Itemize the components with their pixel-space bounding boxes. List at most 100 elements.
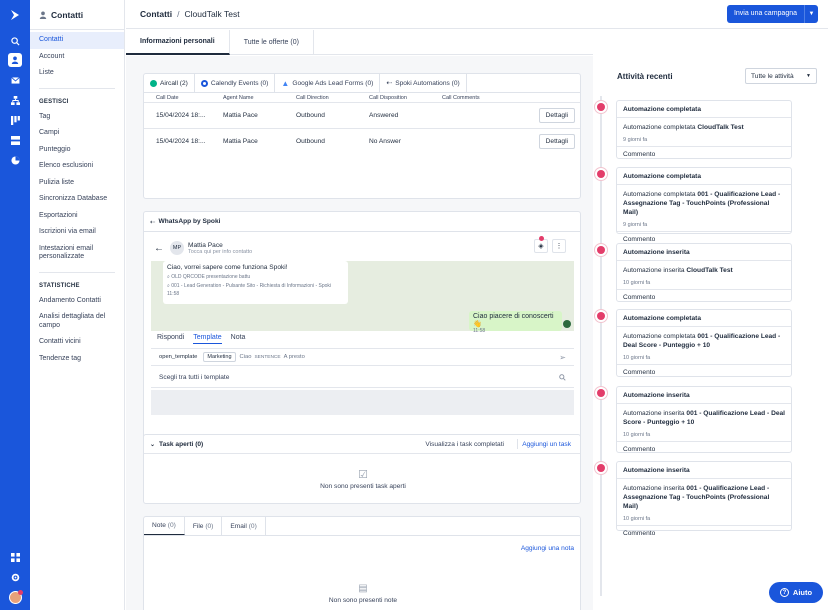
- add-task-link[interactable]: Aggiungi un task: [522, 441, 571, 448]
- activity-card-text: Automazione completata: [623, 333, 696, 340]
- activity-card-target[interactable]: CloudTalk Test: [697, 124, 743, 131]
- tab-informazioni-personali[interactable]: Informazioni personali: [126, 30, 230, 55]
- avatar: MP: [170, 241, 184, 255]
- sidebar-item-iscrizioni-email[interactable]: Iscrizioni via email: [30, 224, 124, 241]
- notes-empty-state: ▤ Non sono presenti note: [144, 583, 582, 604]
- contact-subtitle[interactable]: Tocca qui per info contatto: [188, 249, 252, 255]
- reports-icon[interactable]: [8, 153, 22, 167]
- automation-dot-icon: [594, 243, 608, 257]
- automation-dot-icon: [594, 461, 608, 475]
- template-search-input[interactable]: Scegli tra tutti i template: [151, 368, 574, 388]
- top-bar: Contatti / CloudTalk Test Invia una camp…: [126, 0, 828, 29]
- sidebar-item-liste[interactable]: Liste: [30, 65, 124, 82]
- sidebar-item-elenco-esclusioni[interactable]: Elenco esclusioni: [30, 158, 124, 175]
- help-label: Aiuto: [792, 588, 813, 597]
- tab-spoki[interactable]: ⇠ Spoki Automations (0): [380, 74, 467, 92]
- tab-calendly[interactable]: Calendly Events (0): [195, 74, 276, 92]
- contact-name[interactable]: Mattia Pace: [188, 242, 252, 249]
- chevron-down-icon[interactable]: ⌄: [150, 441, 155, 448]
- chevron-down-icon[interactable]: ▼: [804, 5, 818, 23]
- automation-icon[interactable]: [8, 93, 22, 107]
- tab-template[interactable]: Template: [193, 334, 222, 344]
- incoming-text: Ciao, vorrei sapere come funziona Spoki!: [167, 264, 288, 271]
- activity-title: Attività recenti: [617, 72, 673, 81]
- lists-icon[interactable]: [8, 133, 22, 147]
- notification-dot: [539, 236, 544, 241]
- cell-agent: Mattia Pace: [223, 138, 258, 145]
- activity-card-body: Automazione inserita 001 - Qualificazion…: [617, 404, 791, 430]
- activity-card: Automazione inserita Automazione inserit…: [616, 386, 792, 453]
- tab-note[interactable]: Note (0): [144, 517, 185, 535]
- activity-card-body: Automazione inserita 001 - Qualificazion…: [617, 479, 791, 514]
- view-completed-tasks-link[interactable]: Visualizza i task completati: [425, 441, 504, 448]
- sidebar-item-tag[interactable]: Tag: [30, 109, 124, 126]
- activity-card-title: Automazione completata: [617, 101, 791, 118]
- template-row[interactable]: open_template Marketing Ciao SENTENCE A …: [151, 348, 574, 366]
- activity-card: Automazione completata Automazione compl…: [616, 309, 792, 377]
- activity-filter-select[interactable]: Tutte le attività ▼: [745, 68, 817, 84]
- back-arrow-icon[interactable]: ←: [154, 243, 164, 254]
- activity-card-date: 10 giorni fa: [623, 280, 651, 286]
- search-icon[interactable]: [8, 34, 22, 48]
- tab-tutte-le-offerte[interactable]: Tutte le offerte (0): [230, 30, 314, 55]
- send-campaign-label: Invia una campagna: [733, 10, 797, 17]
- tab-aircall[interactable]: Aircall (2): [144, 74, 195, 92]
- tab-nota[interactable]: Nota: [231, 334, 246, 344]
- mail-icon[interactable]: [8, 73, 22, 87]
- comment-button[interactable]: Commento: [617, 146, 791, 161]
- tab-google-ads[interactable]: ▲ Google Ads Lead Forms (0): [275, 74, 381, 92]
- compose-tabs: Rispondi Template Nota: [157, 334, 254, 344]
- tasks-empty-state: ☑ Non sono presenti task aperti: [144, 469, 582, 490]
- breadcrumb-root[interactable]: Contatti: [140, 9, 172, 19]
- sidebar-item-intestazioni-email[interactable]: Intestazioni email personalizzate: [30, 241, 124, 266]
- cell-disposition: Answered: [369, 112, 399, 119]
- sidebar-item-contatti[interactable]: Contatti: [30, 32, 124, 49]
- sidebar-item-analisi-campo[interactable]: Analisi dettagliata del campo: [30, 309, 124, 334]
- settings-icon[interactable]: [8, 570, 22, 584]
- outgoing-message: Ciao piacere di conoscerti 👋 11:58: [469, 311, 562, 334]
- activity-card-body: Automazione completata 001 - Qualificazi…: [617, 185, 791, 220]
- send-campaign-button[interactable]: Invia una campagna ▼: [726, 5, 818, 23]
- whatsapp-header: ⇠ WhatsApp by Spoki: [144, 212, 580, 232]
- tab-rispondi[interactable]: Rispondi: [157, 334, 184, 344]
- sidebar-item-sincronizza-database[interactable]: Sincronizza Database: [30, 191, 124, 208]
- outgoing-time: 11:58: [473, 328, 486, 334]
- sidebar-item-contatti-vicini[interactable]: Contatti vicini: [30, 334, 124, 351]
- logo-icon[interactable]: [8, 8, 22, 22]
- note-icon: ▤: [358, 583, 368, 594]
- help-button[interactable]: ? Aiuto: [769, 582, 823, 603]
- main-content: Aircall (2) Calendly Events (0) ▲ Google…: [126, 56, 593, 610]
- tab-email[interactable]: Email (0): [222, 517, 266, 535]
- send-icon[interactable]: ➢: [559, 353, 566, 362]
- tab-file[interactable]: File (0): [185, 517, 223, 535]
- user-avatar-icon[interactable]: [8, 589, 23, 604]
- sidebar-item-campi[interactable]: Campi: [30, 125, 124, 142]
- comment-button[interactable]: Commento: [617, 525, 791, 540]
- comment-button[interactable]: Commento: [617, 364, 791, 379]
- sidebar-item-andamento-contatti[interactable]: Andamento Contatti: [30, 293, 124, 310]
- chevron-down-icon: ▼: [806, 73, 811, 79]
- details-button[interactable]: Dettagli: [538, 134, 575, 149]
- comment-button[interactable]: Commento: [617, 441, 791, 456]
- more-icon[interactable]: ⋮: [552, 239, 566, 253]
- incoming-line-2: ⌕ OLD QRCODE presentazione battu: [167, 274, 251, 280]
- sidebar-item-account[interactable]: Account: [30, 49, 124, 66]
- tab-aircall-label: Aircall (2): [160, 79, 188, 87]
- sidebar-item-punteggio[interactable]: Punteggio: [30, 142, 124, 159]
- comment-button[interactable]: Commento: [617, 289, 791, 304]
- apps-icon[interactable]: [8, 550, 22, 564]
- tag-icon[interactable]: ◈: [534, 239, 548, 253]
- details-button[interactable]: Dettagli: [538, 108, 575, 123]
- cell-agent: Mattia Pace: [223, 112, 258, 119]
- tasks-header[interactable]: ⌄ Task aperti (0) Visualizza i task comp…: [144, 435, 580, 454]
- activity-panel: Attività recenti Tutte le attività ▼ Aut…: [594, 56, 828, 610]
- contacts-icon[interactable]: [8, 53, 22, 67]
- sidebar-item-tendenze-tag[interactable]: Tendenze tag: [30, 351, 124, 368]
- sidebar-item-esportazioni[interactable]: Esportazioni: [30, 208, 124, 225]
- add-note-link[interactable]: Aggiungi una nota: [521, 545, 574, 552]
- pipeline-icon[interactable]: [8, 113, 22, 127]
- automation-dot-icon: [594, 100, 608, 114]
- sidebar-item-pulizia-liste[interactable]: Pulizia liste: [30, 175, 124, 192]
- breadcrumb-current: CloudTalk Test: [184, 9, 240, 19]
- activity-card-target[interactable]: CloudTalk Test: [686, 267, 732, 274]
